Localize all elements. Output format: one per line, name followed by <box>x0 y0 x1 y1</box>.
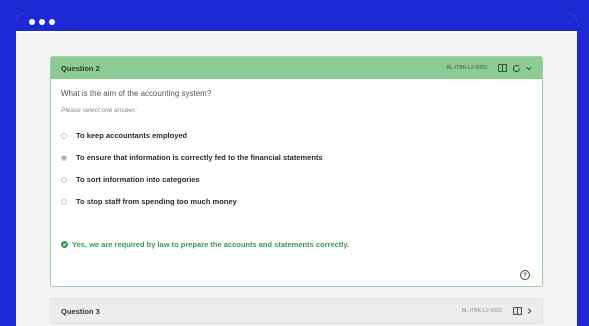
question-title: Question 2 <box>61 63 100 73</box>
question-card: Question 2 BL-ITBK-L2-0002 What is the a… <box>50 56 543 287</box>
question-text: What is the aim of the accounting system… <box>61 89 212 98</box>
columns-icon[interactable] <box>513 307 522 315</box>
question-code: BL-ITBK-L2-0003 <box>461 308 502 314</box>
radio-button-selected[interactable] <box>61 154 67 161</box>
refresh-icon[interactable] <box>512 64 521 73</box>
question-card-collapsed: Question 3 BL-ITBK-L2-0003 <box>50 298 543 324</box>
answer-option-label: To keep accountants employed <box>76 131 188 140</box>
radio-button[interactable] <box>61 176 67 183</box>
question-header[interactable]: Question 2 BL-ITBK-L2-0002 <box>51 57 542 79</box>
window-dot-icon <box>29 19 35 25</box>
window-dot-icon <box>39 19 45 25</box>
answer-option-label: To stop staff from spending too much mon… <box>76 197 237 206</box>
columns-icon[interactable] <box>498 64 507 72</box>
answer-instruction: Please select one answer: <box>61 107 137 114</box>
browser-window: Question 2 BL-ITBK-L2-0002 What is the a… <box>16 13 577 326</box>
question-header[interactable]: Question 3 BL-ITBK-L2-0003 <box>51 299 542 323</box>
page-content: Question 2 BL-ITBK-L2-0002 What is the a… <box>16 33 577 326</box>
check-circle-icon <box>61 241 68 248</box>
radio-button[interactable] <box>61 198 67 205</box>
answer-option[interactable]: To stop staff from spending too much mon… <box>61 197 237 206</box>
chevron-down-icon[interactable] <box>526 66 532 71</box>
chevron-right-icon[interactable] <box>527 308 532 314</box>
answer-option[interactable]: To keep accountants employed <box>61 131 187 140</box>
question-title: Question 3 <box>61 306 100 316</box>
window-dot-icon <box>49 19 55 25</box>
radio-button[interactable] <box>61 132 67 139</box>
answer-option-label: To ensure that information is correctly … <box>76 153 323 162</box>
question-code: BL-ITBK-L2-0002 <box>446 65 487 71</box>
answer-option-selected[interactable]: To ensure that information is correctly … <box>61 153 323 162</box>
feedback-text: Yes, we are required by law to prepare t… <box>72 240 350 249</box>
help-icon[interactable]: ? <box>520 270 530 280</box>
correct-feedback: Yes, we are required by law to prepare t… <box>61 240 349 249</box>
window-titlebar <box>16 13 577 32</box>
answer-option[interactable]: To sort information into categories <box>61 175 200 184</box>
answer-option-label: To sort information into categories <box>76 175 200 184</box>
